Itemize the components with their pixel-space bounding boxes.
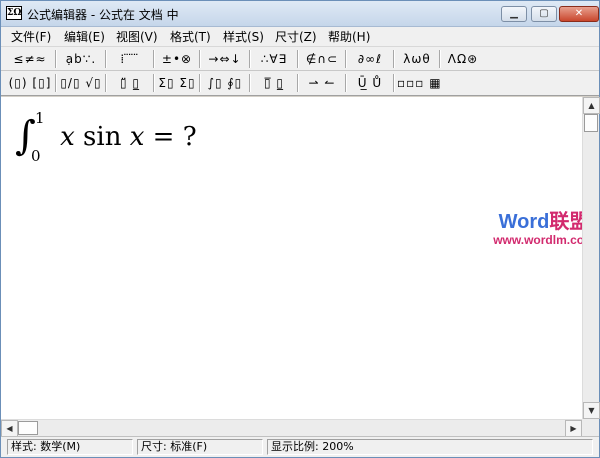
- logical-symbols-palette[interactable]: ∴∀∃: [253, 49, 295, 69]
- toolbar-separator: [153, 50, 155, 68]
- toolbar-separator: [153, 74, 155, 92]
- scroll-left-arrow-icon[interactable]: ◀: [1, 420, 18, 437]
- scrollbar-corner: [582, 419, 599, 436]
- fraction-radical-templates-palette[interactable]: ▯/▯ √▯: [59, 73, 103, 93]
- toolbar-separator: [199, 74, 201, 92]
- menu-size[interactable]: 尺寸(Z): [275, 29, 317, 45]
- sin-function: sin: [74, 122, 130, 152]
- scroll-down-arrow-icon[interactable]: ▼: [583, 402, 600, 419]
- toolbar-separator: [297, 50, 299, 68]
- embellishments-palette[interactable]: ⁞ ̈ ̈ ̈: [109, 49, 151, 69]
- toolbar-separator: [105, 74, 107, 92]
- status-style: 样式: 数学(M): [7, 439, 133, 455]
- integral-templates-palette[interactable]: ∫▯ ∮▯: [203, 73, 247, 93]
- toolbar-separator: [297, 74, 299, 92]
- menu-view[interactable]: 视图(V): [116, 29, 158, 45]
- toolbar-separator: [345, 74, 347, 92]
- horizontal-scroll-thumb[interactable]: [18, 421, 38, 435]
- scroll-right-arrow-icon[interactable]: ▶: [565, 420, 582, 437]
- status-zoom: 显示比例: 200%: [267, 439, 593, 455]
- scroll-up-arrow-icon[interactable]: ▲: [583, 97, 600, 114]
- subscript-superscript-templates-palette[interactable]: ▯̈ ▯̲: [109, 73, 151, 93]
- equals-question: = ?: [144, 122, 197, 152]
- menu-file[interactable]: 文件(F): [11, 29, 51, 45]
- toolbar-separator: [249, 50, 251, 68]
- lower-limit: 0: [31, 147, 41, 165]
- underbar-overbar-templates-palette[interactable]: ▯̅ ▯̲: [253, 73, 295, 93]
- equation-editor-window: ΣΩ 公式编辑器 - 公式在 文档 中 ▁ ▢ ✕ 文件(F) 编辑(E) 视图…: [0, 0, 600, 458]
- window-title: 公式编辑器 - 公式在 文档 中: [27, 8, 179, 22]
- template-toolbar: (▯) [▯] ▯/▯ √▯ ▯̈ ▯̲ Σ▯ Σ▯ ∫▯ ∮▯ ▯̅ ▯̲ ⇀…: [1, 71, 599, 96]
- toolbar-separator: [345, 50, 347, 68]
- watermark-brand-en: Word: [498, 211, 550, 233]
- operator-symbols-palette[interactable]: ±•⊗: [157, 49, 197, 69]
- variable-x: x: [60, 122, 75, 152]
- misc-symbols-palette[interactable]: ∂∞ℓ: [349, 49, 391, 69]
- toolbar-separator: [249, 74, 251, 92]
- app-icon[interactable]: ΣΩ: [6, 6, 22, 20]
- relational-symbols-palette[interactable]: ≤≠≈: [7, 49, 53, 69]
- toolbar-separator: [55, 50, 57, 68]
- matrix-templates-palette[interactable]: ▫▫▫ ▦: [397, 73, 441, 93]
- products-set-templates-palette[interactable]: Ū̲ Ů: [349, 73, 391, 93]
- toolbar-separator: [393, 74, 395, 92]
- greek-lowercase-palette[interactable]: λωθ: [397, 49, 437, 69]
- menu-edit[interactable]: 编辑(E): [64, 29, 105, 45]
- menu-style[interactable]: 样式(S): [223, 29, 264, 45]
- arrow-symbols-palette[interactable]: →⇔↓: [203, 49, 247, 69]
- status-bar: 样式: 数学(M) 尺寸: 标准(F) 显示比例: 200%: [1, 436, 599, 457]
- maximize-button[interactable]: ▢: [531, 6, 557, 22]
- toolbar-separator: [55, 74, 57, 92]
- toolbar-separator: [199, 50, 201, 68]
- spaces-ellipses-palette[interactable]: ạb∵.: [59, 49, 103, 69]
- close-button[interactable]: ✕: [559, 6, 599, 22]
- vertical-scrollbar[interactable]: ▲ ▼: [582, 97, 600, 419]
- menu-help[interactable]: 帮助(H): [328, 29, 370, 45]
- labeled-arrow-templates-palette[interactable]: ⇀ ↼: [301, 73, 343, 93]
- upper-limit: 1: [35, 109, 45, 127]
- variable-x: x: [129, 122, 145, 152]
- toolbar-separator: [105, 50, 107, 68]
- set-theory-palette[interactable]: ∉∩⊂: [301, 49, 343, 69]
- horizontal-scrollbar[interactable]: ◀ ▶: [1, 419, 582, 437]
- equation-editing-area[interactable]: ∫ 1 0 x sin x = ?: [1, 97, 582, 419]
- menu-format[interactable]: 格式(T): [170, 29, 211, 45]
- status-size: 尺寸: 标准(F): [137, 439, 263, 455]
- title-bar[interactable]: ΣΩ 公式编辑器 - 公式在 文档 中 ▁ ▢ ✕: [1, 1, 599, 27]
- toolbar-separator: [439, 50, 441, 68]
- minimize-button[interactable]: ▁: [501, 6, 527, 22]
- integrand: x sin x = ?: [60, 122, 197, 152]
- vertical-scroll-thumb[interactable]: [584, 114, 598, 132]
- equation[interactable]: ∫ 1 0 x sin x = ?: [15, 109, 197, 165]
- menu-bar: 文件(F) 编辑(E) 视图(V) 格式(T) 样式(S) 尺寸(Z) 帮助(H…: [1, 27, 599, 47]
- greek-uppercase-palette[interactable]: ΛΩ⊛: [442, 49, 484, 69]
- summation-templates-palette[interactable]: Σ▯ Σ▯: [157, 73, 197, 93]
- toolbar-separator: [393, 50, 395, 68]
- fence-templates-palette[interactable]: (▯) [▯]: [7, 73, 53, 93]
- symbol-toolbar: ≤≠≈ ạb∵. ⁞ ̈ ̈ ̈ ±•⊗ →⇔↓ ∴∀∃ ∉∩⊂ ∂∞ℓ λωθ…: [1, 47, 599, 71]
